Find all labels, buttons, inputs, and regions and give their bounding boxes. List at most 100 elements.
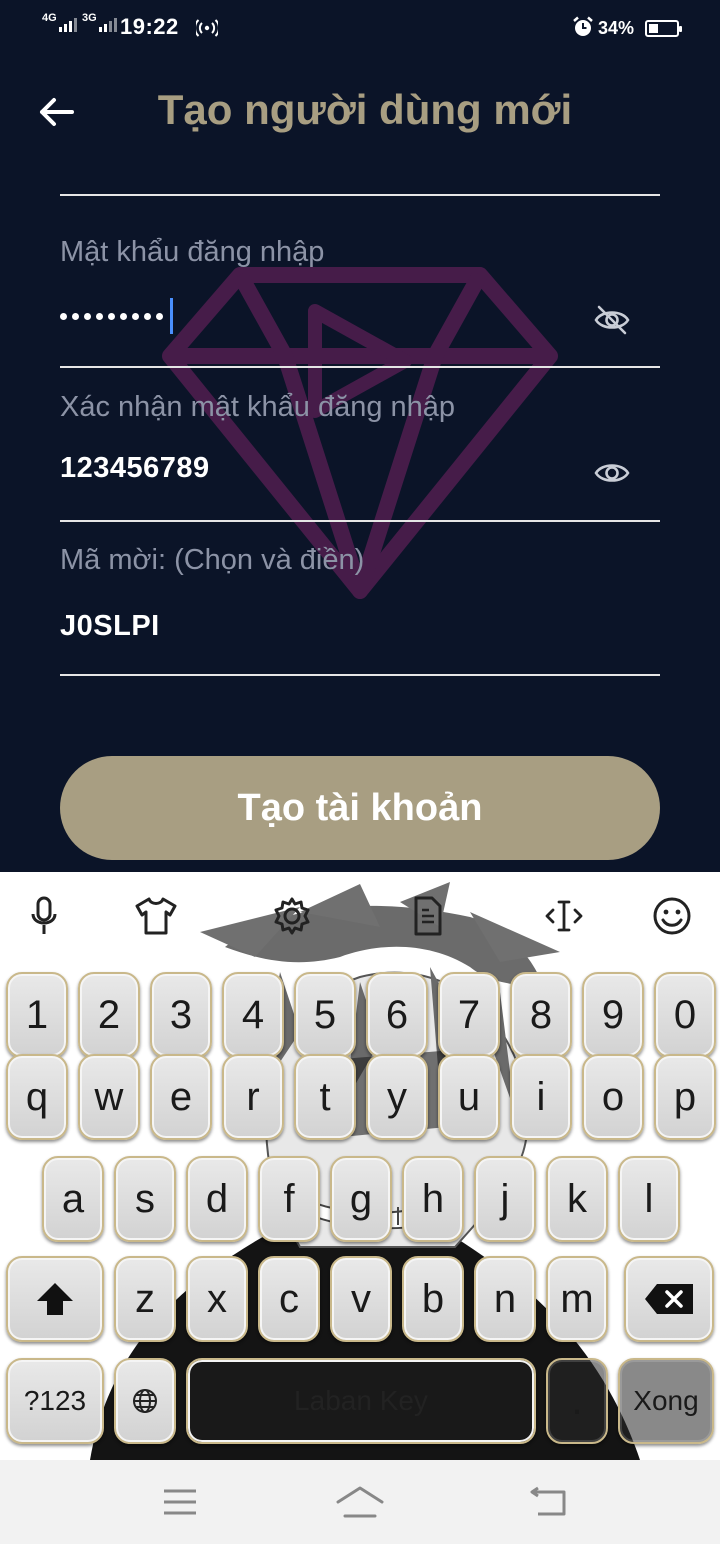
password-mask-dot: [60, 312, 67, 320]
password-mask-dot: [120, 312, 127, 320]
signal-bars-icon: [58, 14, 77, 32]
password-label: Mật khẩu đăng nhập: [60, 236, 325, 268]
emoji-icon: [653, 897, 691, 935]
symbols-key[interactable]: ?123: [6, 1358, 104, 1444]
letter-key-s[interactable]: s: [114, 1156, 176, 1242]
period-key[interactable]: .: [546, 1358, 608, 1444]
number-key-5[interactable]: 5: [294, 972, 356, 1058]
shift-arrow-icon: [37, 1283, 73, 1315]
backspace-key[interactable]: [624, 1256, 714, 1342]
cursor-move-icon: [545, 900, 583, 932]
space-key[interactable]: Laban Key: [186, 1358, 536, 1444]
letter-key-o[interactable]: o: [582, 1054, 644, 1140]
clipboard-icon: [414, 896, 442, 936]
alarm-clock-icon: [573, 16, 593, 36]
invite-code-label: Mã mời: (Chọn và điền): [60, 544, 365, 576]
number-key-1[interactable]: 1: [6, 972, 68, 1058]
number-key-3[interactable]: 3: [150, 972, 212, 1058]
password-mask-dot: [132, 312, 139, 320]
letter-key-h[interactable]: h: [402, 1156, 464, 1242]
password-input[interactable]: [60, 298, 173, 334]
network-type-label: 3G: [82, 12, 97, 24]
battery-icon: [645, 20, 682, 37]
text-cursor: [170, 298, 173, 334]
eye-icon[interactable]: [592, 457, 632, 489]
shift-key[interactable]: [6, 1256, 104, 1342]
signal-4g: 4G: [42, 12, 77, 32]
theme-shirt-icon: [135, 897, 177, 935]
back-nav-button[interactable]: [518, 1478, 578, 1526]
password-mask-dot: [108, 312, 115, 320]
letter-key-a[interactable]: a: [42, 1156, 104, 1242]
language-key[interactable]: [114, 1358, 176, 1444]
menu-lines-icon: [164, 1489, 196, 1515]
microphone-button[interactable]: [22, 894, 66, 938]
confirm-password-input[interactable]: 123456789: [60, 452, 210, 485]
backspace-icon: [645, 1284, 693, 1314]
number-key-0[interactable]: 0: [654, 972, 716, 1058]
letter-key-w[interactable]: w: [78, 1054, 140, 1140]
letter-key-n[interactable]: n: [474, 1256, 536, 1342]
letter-key-f[interactable]: f: [258, 1156, 320, 1242]
theme-button[interactable]: [134, 894, 178, 938]
return-arrow-icon: [530, 1486, 566, 1516]
confirm-password-label: Xác nhận mật khẩu đăng nhập: [60, 391, 456, 423]
hotspot-icon: [196, 19, 218, 37]
status-bar: 4G 3G 19:22 34%: [0, 0, 720, 56]
letter-key-g[interactable]: g: [330, 1156, 392, 1242]
create-user-screen: Tạo người dùng mới Mật khẩu đăng nhập Xá…: [0, 56, 720, 872]
password-mask-dot: [84, 312, 91, 320]
password-mask-dot: [72, 312, 79, 320]
letter-key-u[interactable]: u: [438, 1054, 500, 1140]
settings-button[interactable]: [270, 894, 314, 938]
letter-key-x[interactable]: x: [186, 1256, 248, 1342]
letter-key-c[interactable]: c: [258, 1256, 320, 1342]
number-key-8[interactable]: 8: [510, 972, 572, 1058]
letter-key-z[interactable]: z: [114, 1256, 176, 1342]
password-mask-dot: [144, 312, 151, 320]
done-key[interactable]: Xong: [618, 1358, 714, 1444]
number-key-7[interactable]: 7: [438, 972, 500, 1058]
letter-key-d[interactable]: d: [186, 1156, 248, 1242]
letter-key-p[interactable]: p: [654, 1054, 716, 1140]
emoji-button[interactable]: [650, 894, 694, 938]
menu-button[interactable]: [150, 1478, 210, 1526]
field-divider: [60, 520, 660, 522]
letter-key-m[interactable]: m: [546, 1256, 608, 1342]
battery-percent: 34%: [598, 18, 635, 38]
cursor-move-button[interactable]: [542, 894, 586, 938]
home-icon: [336, 1486, 384, 1518]
number-key-6[interactable]: 6: [366, 972, 428, 1058]
settings-gear-icon: [274, 897, 310, 935]
page-title: Tạo người dùng mới: [157, 86, 573, 133]
letter-key-r[interactable]: r: [222, 1054, 284, 1140]
eye-off-icon[interactable]: [592, 304, 632, 336]
number-key-4[interactable]: 4: [222, 972, 284, 1058]
home-button[interactable]: [330, 1478, 390, 1526]
number-key-2[interactable]: 2: [78, 972, 140, 1058]
letter-key-j[interactable]: j: [474, 1156, 536, 1242]
signal-3g: 3G: [82, 12, 117, 32]
globe-icon: [133, 1389, 157, 1413]
letter-key-l[interactable]: l: [618, 1156, 680, 1242]
letter-key-v[interactable]: v: [330, 1256, 392, 1342]
soft-keyboard: 1234567890 qwertyuiop asdfghjkl zxcvbnm ?12…: [0, 872, 720, 1460]
letter-key-k[interactable]: k: [546, 1156, 608, 1242]
field-divider: [60, 674, 660, 676]
create-account-button[interactable]: Tạo tài khoản: [60, 756, 660, 860]
letter-key-q[interactable]: q: [6, 1054, 68, 1140]
number-key-9[interactable]: 9: [582, 972, 644, 1058]
letter-key-b[interactable]: b: [402, 1256, 464, 1342]
status-time: 19:22: [120, 14, 179, 39]
letter-key-i[interactable]: i: [510, 1054, 572, 1140]
letter-key-t[interactable]: t: [294, 1054, 356, 1140]
password-mask-dot: [156, 312, 163, 320]
clipboard-button[interactable]: [406, 894, 450, 938]
letter-key-e[interactable]: e: [150, 1054, 212, 1140]
field-divider: [60, 366, 660, 368]
letter-key-y[interactable]: y: [366, 1054, 428, 1140]
microphone-icon: [31, 896, 57, 934]
invite-code-input[interactable]: J0SLPI: [60, 610, 160, 643]
network-type-label: 4G: [42, 12, 57, 24]
password-mask-dot: [96, 312, 103, 320]
